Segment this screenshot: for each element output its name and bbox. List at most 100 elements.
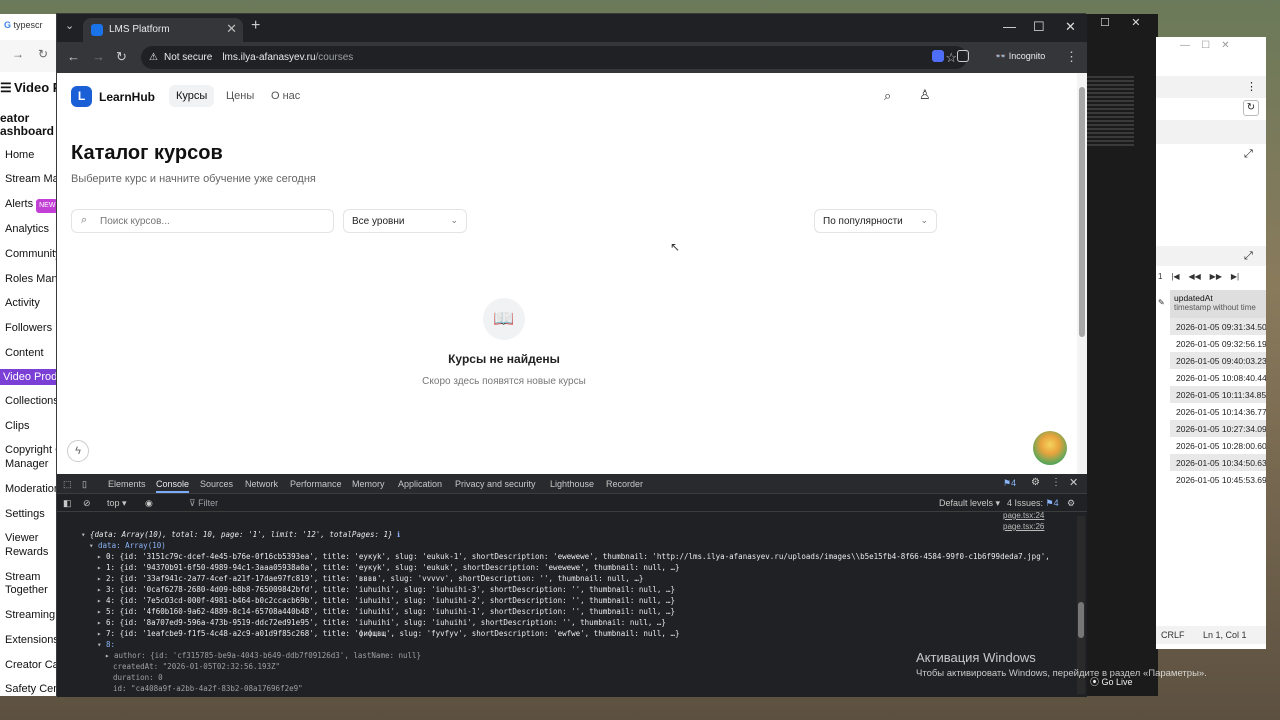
sidebar-item-extensions[interactable]: Extensions xyxy=(5,634,59,646)
devtools-tab-network[interactable]: Network xyxy=(245,479,278,489)
console-line[interactable]: ▸ 7: {id: '1eafcbe9-f1f5-4c48-a2c9-a01d9… xyxy=(97,629,680,639)
devtools-tab-elements[interactable]: Elements xyxy=(108,479,146,489)
settings-gear-icon[interactable]: ⚙ xyxy=(1031,477,1040,488)
sidebar-item-roles[interactable]: Roles Mana xyxy=(5,273,64,285)
last-page-icon[interactable]: ▶| xyxy=(1231,272,1239,281)
search-icon[interactable]: ⌕ xyxy=(884,88,891,104)
console-line[interactable]: ▸ 3: {id: '0caf6278-2680-4d09-b8b8-76500… xyxy=(97,585,675,595)
expand-results-icon[interactable]: ⤢ xyxy=(1244,250,1253,263)
logo-icon[interactable]: L xyxy=(71,86,92,107)
background-tab[interactable]: G typescr xyxy=(0,14,58,40)
sidebar-item-streaming[interactable]: Streaming xyxy=(5,609,55,621)
table-row[interactable]: 2026-01-05 09:40:03.23 xyxy=(1170,352,1266,369)
sidebar-item-stream[interactable]: Stream xyxy=(5,571,40,583)
devtools-tab-privacy[interactable]: Privacy and security xyxy=(455,479,536,489)
user-icon[interactable]: ♙ xyxy=(919,87,931,103)
sidebar-item-copyright[interactable]: Copyright C xyxy=(5,444,63,456)
sidebar-item-viewer[interactable]: Viewer xyxy=(5,532,38,544)
devtools-tab-lighthouse[interactable]: Lighthouse xyxy=(550,479,594,489)
sidebar-item-alerts[interactable]: Alerts NEW xyxy=(5,198,59,213)
devtools-tab-performance[interactable]: Performance xyxy=(290,479,342,489)
minimize-icon[interactable]: — xyxy=(1003,19,1016,34)
reload-icon[interactable]: ↻ xyxy=(116,49,127,65)
console-line[interactable]: id: "ca408a9f-a2bb-4a2f-83b2-08a17696f2e… xyxy=(113,684,303,694)
sidebar-item-moderation[interactable]: Moderation xyxy=(5,483,60,495)
close-icon[interactable]: ✕ xyxy=(1131,17,1140,29)
issues-counter[interactable]: 4 Issues: ⚑4 xyxy=(1007,498,1059,509)
table-row[interactable]: 2026-01-05 10:11:34.85 xyxy=(1170,386,1266,403)
context-select[interactable]: top ▾ xyxy=(107,498,127,509)
new-tab-icon[interactable]: + xyxy=(251,17,260,35)
close-devtools-icon[interactable]: ✕ xyxy=(1069,476,1078,489)
sidebar-item-activity[interactable]: Activity xyxy=(5,297,40,309)
cursor-position-status[interactable]: Ln 1, Col 1 xyxy=(1203,630,1247,640)
sidebar-item-followers[interactable]: Followers Li xyxy=(5,322,64,334)
devtools-tab-memory[interactable]: Memory xyxy=(352,479,385,489)
console-line[interactable]: ▸ 0: {id: '3151c79c-dcef-4e45-b76e-0f16c… xyxy=(97,552,1050,562)
brand-name[interactable]: LearnHub xyxy=(99,90,155,104)
sidebar-item-stream-manager[interactable]: Stream Ma xyxy=(5,173,59,185)
address-bar[interactable]: ⚠ Not secure lms.ilya-afanasyev.ru/courses… xyxy=(141,46,967,69)
table-row[interactable]: 2026-01-05 09:31:34.50 xyxy=(1170,318,1266,335)
browser-menu-icon[interactable]: ⋮ xyxy=(1065,49,1078,65)
console-line[interactable]: createdAt: "2026-01-05T02:32:56.193Z" xyxy=(113,662,280,672)
table-row[interactable]: 2026-01-05 10:28:00.60 xyxy=(1170,437,1266,454)
device-toolbar-icon[interactable]: ▯ xyxy=(82,479,87,490)
sort-select[interactable]: По популярности ⌄ xyxy=(814,209,937,233)
column-header-updatedAt[interactable]: updatedAt timestamp without time xyxy=(1170,290,1266,318)
source-link[interactable]: page.tsx:26 xyxy=(1003,521,1044,532)
floating-avatar[interactable] xyxy=(1033,431,1067,465)
console-line[interactable]: ▸ 2: {id: '33af941c-2a77-4cef-a21f-17dae… xyxy=(97,574,643,584)
console-scrollbar-thumb[interactable] xyxy=(1078,602,1084,638)
console-line[interactable]: ▸ 6: {id: '8a707ed9-596a-473b-9519-ddc72… xyxy=(97,618,666,628)
console-line[interactable]: ▾ {data: Array(10), total: 10, page: '1'… xyxy=(81,530,400,540)
source-link[interactable]: page.tsx:24 xyxy=(1003,510,1044,521)
prev-page-icon[interactable]: ◀◀ xyxy=(1188,272,1200,281)
tab-lms-platform[interactable]: LMS Platform ✕ xyxy=(83,18,243,42)
sidebar-toggle-icon[interactable]: ◧ xyxy=(63,498,72,509)
console-line[interactable]: ▾ 8: xyxy=(97,640,115,650)
tab-search-icon[interactable]: ⌄ xyxy=(65,19,74,32)
next-page-icon[interactable]: ▶▶ xyxy=(1210,272,1222,281)
sidebar-item-community[interactable]: Community xyxy=(5,248,61,260)
page-scrollbar-thumb[interactable] xyxy=(1079,87,1085,337)
maximize-icon[interactable]: ☐ xyxy=(1100,17,1110,29)
console-line[interactable]: ▾ data: Array(10) xyxy=(89,541,166,551)
sidebar-item-content[interactable]: Content xyxy=(5,347,44,359)
table-row[interactable]: 2026-01-05 09:32:56.19 xyxy=(1170,335,1266,352)
expand-icon[interactable]: ⤢ xyxy=(1244,148,1253,161)
sidebar-item-rewards[interactable]: Rewards xyxy=(5,546,48,558)
devtools-tab-application[interactable]: Application xyxy=(398,479,442,489)
sidebar-item-together[interactable]: Together xyxy=(5,584,48,596)
console-settings-icon[interactable]: ⚙ xyxy=(1067,498,1075,509)
log-levels-dropdown[interactable]: Default levels ▾ xyxy=(939,498,1000,509)
first-page-icon[interactable]: |◀ xyxy=(1171,272,1179,281)
line-ending-status[interactable]: CRLF xyxy=(1161,630,1185,640)
level-select[interactable]: Все уровни ⌄ xyxy=(343,209,467,233)
course-search-input[interactable] xyxy=(100,216,320,227)
sidebar-item-safety-center[interactable]: Safety Cen xyxy=(5,683,59,695)
sidebar-item-video-producer[interactable]: Video Produ xyxy=(0,369,63,385)
menu-icon[interactable]: ☰ xyxy=(0,80,12,96)
page-scrollbar[interactable] xyxy=(1077,73,1087,474)
next-devtools-icon[interactable]: ϟ xyxy=(67,440,89,462)
nav-courses[interactable]: Курсы xyxy=(169,85,215,107)
forward-icon[interactable]: → xyxy=(92,49,105,64)
extensions-puzzle-icon[interactable] xyxy=(957,50,969,62)
incognito-indicator[interactable]: 👓 Incognito xyxy=(995,51,1045,62)
back-icon[interactable]: ← xyxy=(67,49,80,64)
close-window-icon[interactable]: ✕ xyxy=(1065,19,1076,35)
clear-console-icon[interactable]: ⊘ xyxy=(83,498,91,509)
eye-icon[interactable]: ◉ xyxy=(145,498,153,509)
console-line[interactable]: ▸ 1: {id: '94370b91-6f50-4989-94c1-3aaa0… xyxy=(97,563,680,573)
sidebar-item-clips[interactable]: Clips xyxy=(5,420,29,432)
sidebar-item-collections[interactable]: Collections xyxy=(5,395,59,407)
nav-prices[interactable]: Цены xyxy=(226,90,254,102)
console-line[interactable]: duration: 0 xyxy=(113,673,163,683)
table-row[interactable]: 2026-01-05 10:27:34.09 xyxy=(1170,420,1266,437)
extension-icon[interactable] xyxy=(932,50,944,62)
sidebar-item-analytics[interactable]: Analytics xyxy=(5,223,49,235)
sidebar-item-creator-camp[interactable]: Creator Ca xyxy=(5,659,59,671)
devtools-tab-recorder[interactable]: Recorder xyxy=(606,479,643,489)
console-line[interactable]: ▸ author: {id: 'cf315785-be9a-4043-b649-… xyxy=(105,651,421,661)
